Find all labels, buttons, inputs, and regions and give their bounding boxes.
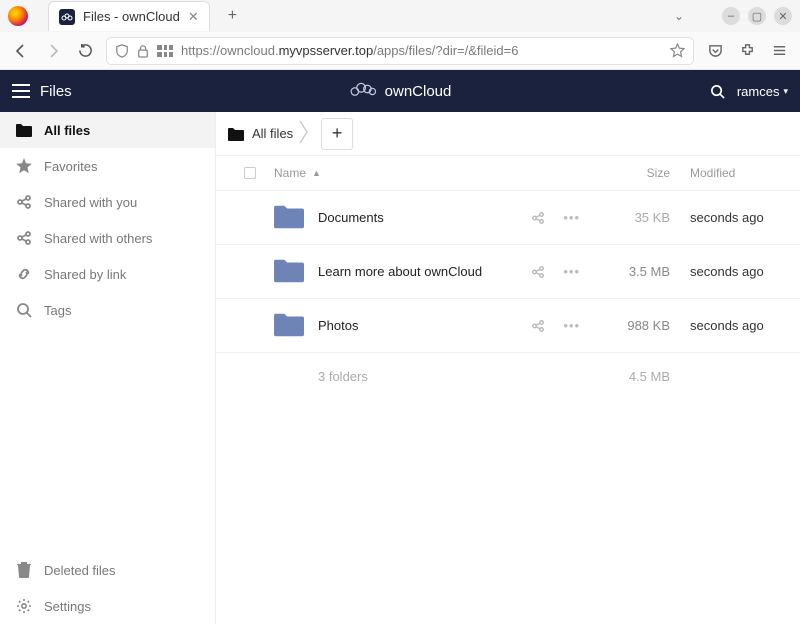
share-icon[interactable] — [531, 211, 545, 225]
column-header-size[interactable]: Size — [590, 166, 670, 180]
dropdown-icon[interactable]: ⌄ — [674, 9, 684, 23]
firefox-logo-icon — [8, 6, 28, 26]
sidebar-item-label: All files — [44, 123, 90, 138]
sidebar-item-label: Tags — [44, 303, 71, 318]
search-icon[interactable] — [710, 84, 725, 99]
breadcrumb-separator-icon — [299, 120, 309, 147]
file-name: Learn more about ownCloud — [318, 264, 482, 279]
pocket-icon[interactable] — [704, 40, 726, 62]
reload-button[interactable] — [74, 40, 96, 62]
new-tab-button[interactable]: + — [228, 7, 237, 25]
file-modified: seconds ago — [670, 318, 780, 333]
forward-button[interactable] — [42, 40, 64, 62]
permissions-icon — [157, 45, 173, 57]
file-size: 3.5 MB — [590, 264, 670, 279]
folder-solid-icon — [228, 127, 244, 141]
more-actions-icon[interactable]: ••• — [563, 210, 580, 225]
owncloud-favicon-icon — [59, 9, 75, 25]
sidebar-item-favorites[interactable]: Favorites — [0, 148, 215, 184]
sidebar-item-all-files[interactable]: All files — [0, 112, 215, 148]
summary-size: 4.5 MB — [590, 369, 670, 384]
file-modified: seconds ago — [670, 264, 780, 279]
new-item-button[interactable]: + — [321, 118, 353, 150]
select-all-checkbox[interactable] — [244, 167, 256, 179]
table-summary: 3 folders 4.5 MB — [216, 352, 800, 400]
star-icon — [16, 158, 32, 174]
url-bar[interactable]: https://owncloud.myvpsserver.top/apps/fi… — [106, 37, 694, 65]
more-actions-icon[interactable]: ••• — [563, 318, 580, 333]
gear-icon — [16, 598, 32, 614]
more-actions-icon[interactable]: ••• — [563, 264, 580, 279]
owncloud-logo-icon — [349, 79, 379, 103]
sidebar-item-label: Favorites — [44, 159, 97, 174]
window-minimize-button[interactable]: – — [722, 7, 740, 25]
hamburger-menu-button[interactable] — [12, 84, 30, 98]
bookmark-star-icon[interactable] — [670, 43, 685, 58]
folder-icon — [274, 311, 304, 340]
sidebar-item-shared-with-others[interactable]: Shared with others — [0, 220, 215, 256]
summary-count: 3 folders — [274, 369, 590, 384]
file-modified: seconds ago — [670, 210, 780, 225]
sidebar-item-deleted-files[interactable]: Deleted files — [0, 552, 215, 588]
share-icon[interactable] — [531, 265, 545, 279]
table-row[interactable]: Documents ••• 35 KB seconds ago — [216, 190, 800, 244]
app-title: Files — [40, 83, 72, 100]
sort-asc-icon: ▲ — [312, 168, 321, 178]
folder-icon — [274, 257, 304, 286]
user-menu[interactable]: ramces▾ — [737, 84, 788, 99]
breadcrumb-root[interactable]: All files — [228, 126, 293, 141]
link-icon — [16, 266, 32, 282]
column-header-modified[interactable]: Modified — [670, 166, 780, 180]
lock-icon — [137, 44, 149, 58]
folder-solid-icon — [16, 122, 32, 138]
file-name: Photos — [318, 318, 358, 333]
sidebar-item-label: Settings — [44, 599, 91, 614]
sidebar-item-shared-by-link[interactable]: Shared by link — [0, 256, 215, 292]
main-content: All files + Name▲ Size Modified Document… — [216, 112, 800, 624]
sidebar-item-label: Shared with others — [44, 231, 152, 246]
file-size: 988 KB — [590, 318, 670, 333]
share-icon — [16, 230, 32, 246]
sidebar-item-tags[interactable]: Tags — [0, 292, 215, 328]
tab-close-icon[interactable]: ✕ — [188, 9, 199, 25]
sidebar-item-label: Shared with you — [44, 195, 137, 210]
app-brand: ownCloud — [349, 79, 452, 103]
os-titlebar: Files - ownCloud ✕ + ⌄ – ▢ ✕ — [0, 0, 800, 32]
browser-menu-icon[interactable] — [768, 40, 790, 62]
trash-icon — [16, 562, 32, 578]
shield-icon — [115, 44, 129, 58]
sidebar-item-label: Deleted files — [44, 563, 116, 578]
browser-tab[interactable]: Files - ownCloud ✕ — [48, 1, 210, 31]
window-close-button[interactable]: ✕ — [774, 7, 792, 25]
window-maximize-button[interactable]: ▢ — [748, 7, 766, 25]
table-row[interactable]: Learn more about ownCloud ••• 3.5 MB sec… — [216, 244, 800, 298]
search-icon — [16, 302, 32, 318]
sidebar-item-settings[interactable]: Settings — [0, 588, 215, 624]
sidebar-item-shared-with-you[interactable]: Shared with you — [0, 184, 215, 220]
share-icon — [16, 194, 32, 210]
file-name: Documents — [318, 210, 384, 225]
folder-icon — [274, 203, 304, 232]
share-icon[interactable] — [531, 319, 545, 333]
column-header-name[interactable]: Name▲ — [274, 166, 590, 180]
file-size: 35 KB — [590, 210, 670, 225]
sidebar-item-label: Shared by link — [44, 267, 126, 282]
browser-tab-title: Files - ownCloud — [83, 9, 180, 24]
breadcrumb-row: All files + — [216, 112, 800, 156]
browser-toolbar: https://owncloud.myvpsserver.top/apps/fi… — [0, 32, 800, 70]
extensions-icon[interactable] — [736, 40, 758, 62]
url-text: https://owncloud.myvpsserver.top/apps/fi… — [181, 43, 518, 58]
back-button[interactable] — [10, 40, 32, 62]
sidebar: All files Favorites Shared with you Shar… — [0, 112, 216, 624]
table-header: Name▲ Size Modified — [216, 156, 800, 190]
app-header: Files ownCloud ramces▾ — [0, 70, 800, 112]
table-row[interactable]: Photos ••• 988 KB seconds ago — [216, 298, 800, 352]
